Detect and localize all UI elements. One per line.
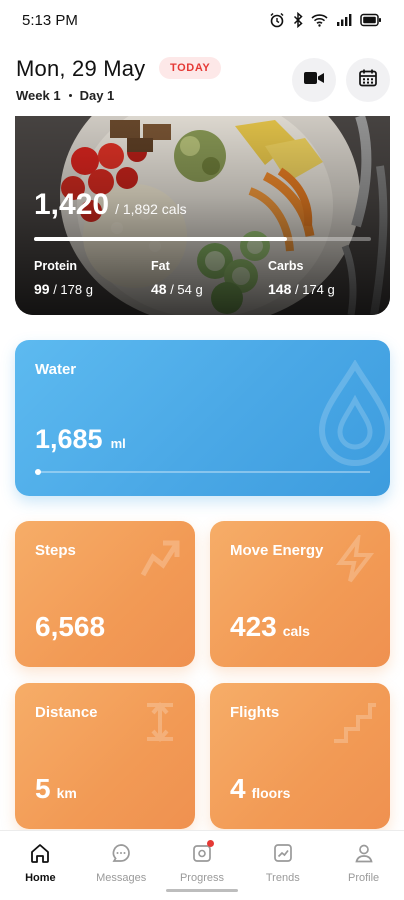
- calendar-icon: [358, 68, 378, 93]
- date-title: Mon, 29 May: [16, 56, 146, 81]
- tile-value: 4 floors: [230, 773, 290, 805]
- water-amount: 1,685: [35, 424, 103, 454]
- water-drop-icon: [318, 360, 390, 466]
- signal-icon: [336, 12, 352, 28]
- flights-card[interactable]: Flights 4 floors: [210, 683, 390, 829]
- tile-title: Steps: [35, 542, 76, 559]
- macro-value: 48 / 54 g: [151, 281, 203, 297]
- stairs-icon: [334, 703, 376, 743]
- water-unit: ml: [110, 436, 126, 451]
- trends-icon: [271, 841, 295, 865]
- calories-card[interactable]: 1,420 / 1,892 cals Protein 99 / 178 g Fa…: [15, 116, 390, 315]
- tile-value: 423 cals: [230, 611, 310, 643]
- steps-icon: [140, 540, 180, 577]
- battery-icon: [360, 12, 382, 28]
- tile-value-unit: cals: [282, 623, 310, 639]
- tile-value-number: 423: [230, 611, 277, 642]
- water-value: 1,685 ml: [35, 424, 126, 455]
- macro-label: Carbs: [268, 259, 304, 273]
- nav-label: Messages: [96, 872, 147, 884]
- calories-row: 1,420 / 1,892 cals: [34, 188, 187, 222]
- calendar-button[interactable]: [346, 58, 390, 102]
- water-progress-bar: [35, 471, 370, 473]
- bluetooth-icon: [293, 12, 303, 28]
- tile-value: 5 km: [35, 773, 77, 805]
- nav-messages[interactable]: Messages: [81, 831, 162, 900]
- water-card[interactable]: Water 1,685 ml: [15, 340, 390, 496]
- separator-dot: [68, 94, 72, 97]
- day-label: Day 1: [79, 88, 115, 103]
- calories-value: 1,420: [34, 188, 110, 221]
- tile-value-unit: floors: [251, 785, 291, 801]
- nav-label: Profile: [347, 872, 380, 884]
- status-time: 5:13 PM: [22, 11, 78, 29]
- calories-progress-fill: [34, 237, 287, 241]
- status-icons: [269, 12, 382, 28]
- tile-value-number: 4: [230, 773, 246, 804]
- week-label: Week 1: [16, 88, 61, 103]
- home-icon: [28, 841, 52, 865]
- macro-protein: Protein 99 / 178 g: [34, 259, 93, 297]
- macro-label: Protein: [34, 259, 78, 273]
- nav-profile[interactable]: Profile: [323, 831, 404, 900]
- progress-icon: [190, 840, 214, 865]
- nav-label: Progress: [179, 872, 224, 884]
- video-button[interactable]: [292, 58, 336, 102]
- nav-label: Home: [25, 872, 56, 884]
- move-energy-card[interactable]: Move Energy 423 cals: [210, 521, 390, 667]
- calories-target: / 1,892 cals: [115, 201, 187, 217]
- tile-value-number: 6,568: [35, 611, 106, 642]
- distance-icon: [147, 701, 173, 743]
- messages-icon: [109, 841, 133, 865]
- home-indicator: [166, 889, 238, 892]
- wifi-icon: [311, 12, 328, 28]
- alarm-icon: [269, 12, 285, 28]
- nav-label: Trends: [265, 872, 300, 884]
- week-day-label: Week 1 Day 1: [16, 88, 114, 103]
- calories-progress-bar: [34, 237, 371, 241]
- macro-fat: Fat 48 / 54 g: [151, 259, 203, 297]
- macro-value: 99 / 178 g: [34, 281, 93, 297]
- tile-value-unit: km: [56, 785, 77, 801]
- profile-icon: [352, 841, 376, 865]
- macro-value: 148 / 174 g: [268, 281, 335, 297]
- tile-title: Distance: [35, 704, 98, 721]
- tile-title: Move Energy: [230, 542, 324, 559]
- macro-label: Fat: [151, 259, 170, 273]
- nav-home[interactable]: Home: [0, 831, 81, 900]
- water-progress-dot: [35, 469, 41, 475]
- status-bar: 5:13 PM: [0, 0, 404, 40]
- notification-dot: [206, 840, 214, 847]
- nav-trends[interactable]: Trends: [242, 831, 323, 900]
- distance-card[interactable]: Distance 5 km: [15, 683, 195, 829]
- energy-icon: [336, 535, 375, 583]
- video-camera-icon: [303, 70, 325, 91]
- tile-value: 6,568: [35, 611, 111, 643]
- header: Mon, 29 May TODAY Week 1 Day 1: [0, 40, 404, 116]
- tile-value-number: 5: [35, 773, 51, 804]
- tile-title: Flights: [230, 704, 280, 721]
- macro-carbs: Carbs 148 / 174 g: [268, 259, 335, 297]
- today-badge[interactable]: TODAY: [159, 57, 222, 79]
- water-title: Water: [35, 361, 77, 378]
- steps-card[interactable]: Steps 6,568: [15, 521, 195, 667]
